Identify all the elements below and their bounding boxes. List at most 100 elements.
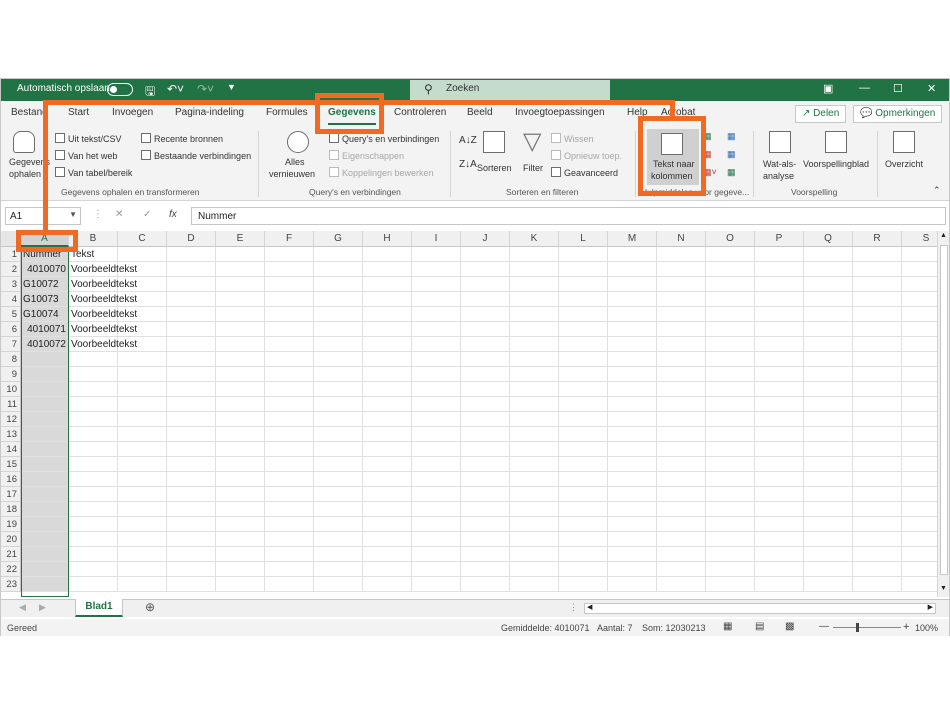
cell-a15[interactable] (21, 457, 69, 472)
cell-p12[interactable] (755, 412, 804, 427)
cell-b22[interactable] (69, 562, 118, 577)
cell-c8[interactable] (118, 352, 167, 367)
cell-i1[interactable] (412, 247, 461, 262)
cell-g10[interactable] (314, 382, 363, 397)
chevron-down-icon[interactable]: ▼ (69, 210, 77, 219)
cell-m20[interactable] (608, 532, 657, 547)
row-header-15[interactable]: 15 (1, 457, 21, 472)
cell-l21[interactable] (559, 547, 608, 562)
cell-o7[interactable] (706, 337, 755, 352)
cell-p5[interactable] (755, 307, 804, 322)
cell-p18[interactable] (755, 502, 804, 517)
cell-i19[interactable] (412, 517, 461, 532)
cell-d14[interactable] (167, 442, 216, 457)
cell-b3[interactable]: Voorbeeldtekst (69, 277, 137, 292)
cell-f1[interactable] (265, 247, 314, 262)
cell-c9[interactable] (118, 367, 167, 382)
cell-a5[interactable]: G10074 (21, 307, 69, 322)
cell-r12[interactable] (853, 412, 902, 427)
cell-i13[interactable] (412, 427, 461, 442)
sort-button[interactable]: Sorteren (477, 163, 512, 174)
cell-b18[interactable] (69, 502, 118, 517)
cell-q20[interactable] (804, 532, 853, 547)
cell-o8[interactable] (706, 352, 755, 367)
maximize-icon[interactable]: ☐ (893, 82, 903, 95)
cell-r8[interactable] (853, 352, 902, 367)
cell-g13[interactable] (314, 427, 363, 442)
cell-h20[interactable] (363, 532, 412, 547)
cell-c22[interactable] (118, 562, 167, 577)
vertical-scrollbar[interactable]: ▲ ▼ (937, 231, 949, 597)
cell-q3[interactable] (804, 277, 853, 292)
cell-k14[interactable] (510, 442, 559, 457)
cell-m3[interactable] (608, 277, 657, 292)
cell-d12[interactable] (167, 412, 216, 427)
undo-icon[interactable]: ↶˅ (167, 82, 184, 96)
comments-button[interactable]: 💬 Opmerkingen (853, 105, 943, 123)
cell-m23[interactable] (608, 577, 657, 592)
cell-k8[interactable] (510, 352, 559, 367)
cell-d5[interactable] (167, 307, 216, 322)
column-header-j[interactable]: J (461, 231, 510, 247)
cell-h9[interactable] (363, 367, 412, 382)
cell-l11[interactable] (559, 397, 608, 412)
cell-r7[interactable] (853, 337, 902, 352)
forecast-sheet-button[interactable]: Voorspellingblad (803, 159, 869, 170)
cell-e20[interactable] (216, 532, 265, 547)
cell-n20[interactable] (657, 532, 706, 547)
cell-e6[interactable] (216, 322, 265, 337)
cell-a12[interactable] (21, 412, 69, 427)
cell-f22[interactable] (265, 562, 314, 577)
cell-n7[interactable] (657, 337, 706, 352)
cell-o18[interactable] (706, 502, 755, 517)
cell-i23[interactable] (412, 577, 461, 592)
cell-g19[interactable] (314, 517, 363, 532)
cell-m9[interactable] (608, 367, 657, 382)
column-header-o[interactable]: O (706, 231, 755, 247)
cell-a10[interactable] (21, 382, 69, 397)
cell-p16[interactable] (755, 472, 804, 487)
row-header-1[interactable]: 1 (1, 247, 21, 262)
cell-n6[interactable] (657, 322, 706, 337)
cell-c6[interactable] (118, 322, 167, 337)
column-header-i[interactable]: I (412, 231, 461, 247)
what-if-label-2[interactable]: analyse (763, 171, 794, 182)
cell-k10[interactable] (510, 382, 559, 397)
cell-o2[interactable] (706, 262, 755, 277)
cell-m6[interactable] (608, 322, 657, 337)
cell-m18[interactable] (608, 502, 657, 517)
cell-a1[interactable]: Nummer (21, 247, 69, 262)
cell-e13[interactable] (216, 427, 265, 442)
page-break-icon[interactable]: ▩ (785, 621, 794, 632)
cell-a16[interactable] (21, 472, 69, 487)
column-header-b[interactable]: B (69, 231, 118, 247)
cell-j22[interactable] (461, 562, 510, 577)
cell-l4[interactable] (559, 292, 608, 307)
column-header-k[interactable]: K (510, 231, 559, 247)
cell-k17[interactable] (510, 487, 559, 502)
filter-button[interactable]: Filter (523, 163, 543, 174)
cell-q17[interactable] (804, 487, 853, 502)
cell-m8[interactable] (608, 352, 657, 367)
prev-sheet-icon[interactable]: ◀ (19, 602, 26, 613)
normal-view-icon[interactable]: ▦ (723, 621, 732, 632)
cell-c19[interactable] (118, 517, 167, 532)
cell-c17[interactable] (118, 487, 167, 502)
reapply-button[interactable]: Opnieuw toep. (551, 150, 622, 162)
tab-pagina-indeling[interactable]: Pagina-indeling (175, 107, 244, 118)
row-header-22[interactable]: 22 (1, 562, 21, 577)
cell-b2[interactable]: Voorbeeldtekst (69, 262, 137, 277)
from-table-button[interactable]: Van tabel/bereik (55, 167, 132, 179)
cell-c20[interactable] (118, 532, 167, 547)
cell-b5[interactable]: Voorbeeldtekst (69, 307, 137, 322)
cell-f17[interactable] (265, 487, 314, 502)
cell-r9[interactable] (853, 367, 902, 382)
cell-i12[interactable] (412, 412, 461, 427)
what-if-label-1[interactable]: Wat-als- (763, 159, 796, 170)
cell-f12[interactable] (265, 412, 314, 427)
customize-toolbar-icon[interactable]: ▼ (227, 82, 236, 92)
cell-i22[interactable] (412, 562, 461, 577)
cell-i11[interactable] (412, 397, 461, 412)
formula-input[interactable]: Nummer (191, 207, 946, 225)
close-icon[interactable]: ✕ (927, 82, 936, 95)
